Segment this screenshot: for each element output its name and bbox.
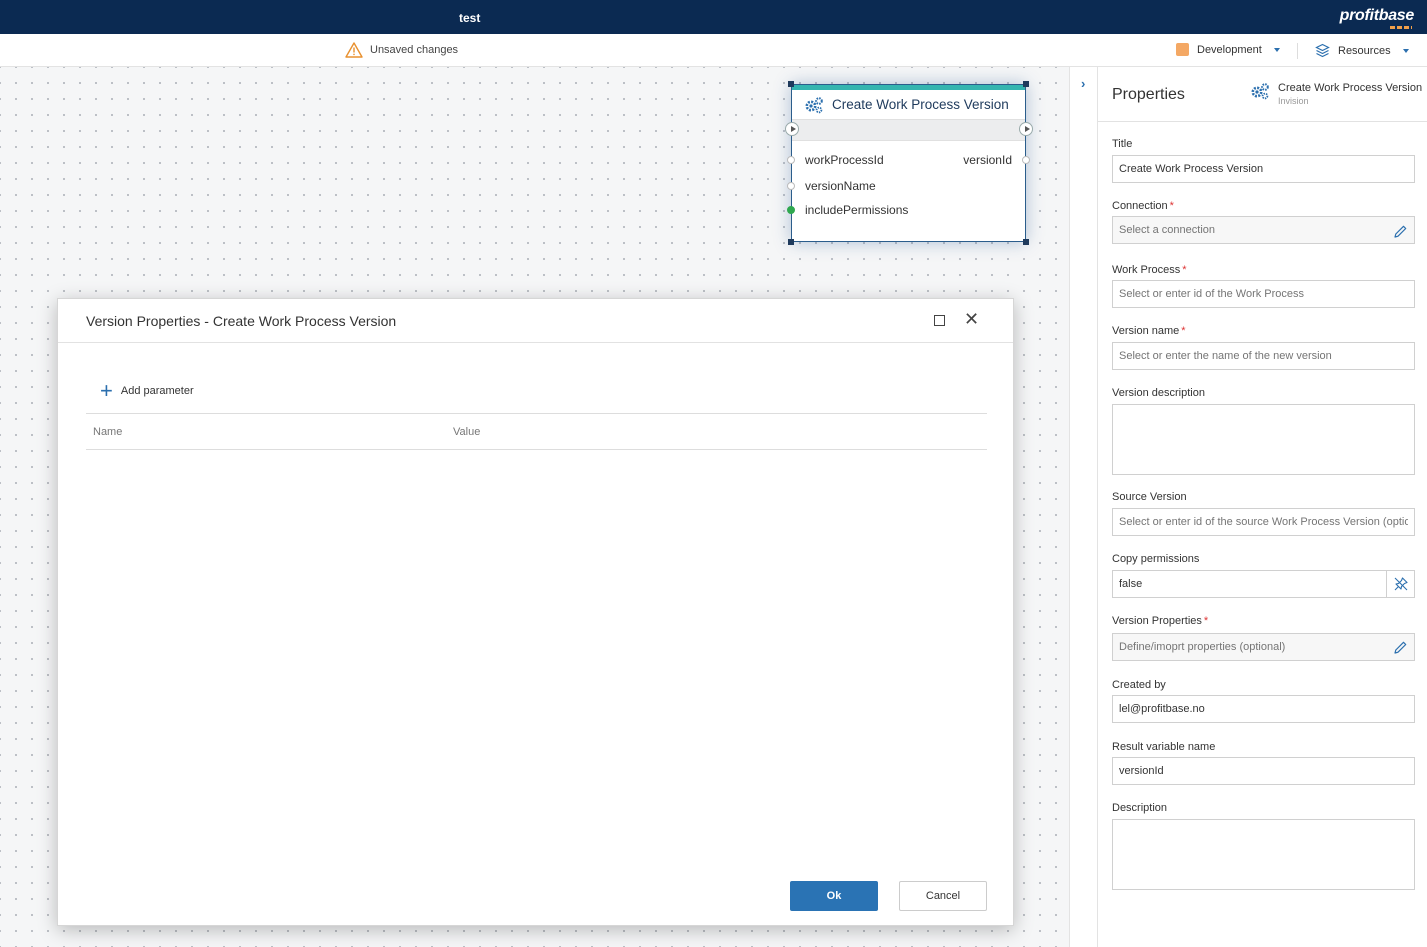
column-header-name: Name (93, 426, 123, 438)
resources-menu[interactable]: Resources (1315, 43, 1409, 58)
created-by-field[interactable] (1112, 695, 1415, 723)
pencil-icon[interactable] (1392, 224, 1408, 240)
work-process-field[interactable] (1112, 280, 1415, 308)
flow-node[interactable]: Create Work Process Version workProcessI… (785, 81, 1033, 245)
window-title: test (459, 11, 481, 25)
version-name-label: Version name * (1112, 325, 1186, 337)
title-label: Title (1112, 138, 1133, 150)
description-label: Description (1112, 802, 1168, 814)
chevron-down-icon (1402, 48, 1409, 53)
pencil-icon[interactable] (1392, 640, 1408, 656)
connection-label: Connection * (1112, 200, 1174, 212)
result-variable-field[interactable] (1112, 757, 1415, 785)
flow-in-port[interactable] (785, 122, 799, 136)
input-port-versionname[interactable] (787, 182, 795, 190)
column-header-value: Value (453, 426, 481, 438)
dialog-title: Version Properties - Create Work Process… (86, 313, 397, 329)
description-field[interactable] (1112, 819, 1415, 890)
ok-button[interactable]: Ok (790, 881, 878, 911)
input-port-includepermissions[interactable] (787, 206, 795, 214)
panel-toggle-strip: › (1069, 67, 1098, 947)
version-properties-label: Version Properties * (1112, 615, 1209, 627)
version-properties-dialog: Version Properties - Create Work Process… (57, 298, 1014, 926)
toolbar: Unsaved changes Development Resources (0, 34, 1427, 67)
environment-selector[interactable]: Development (1176, 43, 1280, 56)
environment-swatch-icon (1176, 43, 1189, 56)
add-parameter-button[interactable]: + Add parameter (100, 378, 194, 403)
resize-handle[interactable] (788, 81, 794, 87)
properties-title: Properties (1112, 86, 1185, 103)
app-header: test profitbase (0, 0, 1427, 34)
dialog-header: Version Properties - Create Work Process… (58, 299, 1013, 343)
plus-icon: + (100, 378, 113, 403)
node-input-label: versionName (805, 179, 876, 193)
properties-panel: Properties Create Work Process Version I… (1098, 67, 1427, 947)
node-title: Create Work Process Version (832, 97, 1009, 112)
node-flow-bar (792, 119, 1025, 141)
version-properties-field[interactable] (1112, 633, 1415, 661)
divider (1297, 43, 1298, 59)
close-icon[interactable]: ✕ (964, 309, 979, 329)
node-input-label: workProcessId (805, 153, 884, 167)
gears-icon (805, 96, 823, 113)
resources-label: Resources (1338, 44, 1391, 57)
maximize-icon[interactable] (934, 315, 945, 326)
unsaved-indicator: Unsaved changes (345, 42, 458, 58)
input-port-workprocessid[interactable] (787, 156, 795, 164)
source-version-label: Source Version (1112, 491, 1187, 503)
copy-permissions-label: Copy permissions (1112, 553, 1200, 565)
chevron-right-icon[interactable]: › (1081, 76, 1085, 91)
title-field[interactable] (1112, 155, 1415, 183)
profitbase-logo: profitbase (1340, 7, 1414, 29)
version-name-field[interactable] (1112, 342, 1415, 370)
warning-icon (345, 42, 363, 58)
output-port-versionid[interactable] (1022, 156, 1030, 164)
flow-out-port[interactable] (1019, 122, 1033, 136)
add-parameter-label: Add parameter (120, 385, 194, 397)
selected-node-info: Create Work Process Version Invision (1250, 82, 1422, 106)
chevron-down-icon (1273, 47, 1280, 52)
selected-node-source: Invision (1278, 96, 1309, 106)
result-variable-label: Result variable name (1112, 741, 1216, 753)
resize-handle[interactable] (1023, 81, 1029, 87)
properties-header: Properties Create Work Process Version I… (1098, 67, 1427, 122)
created-by-label: Created by (1112, 679, 1166, 691)
version-description-field[interactable] (1112, 404, 1415, 475)
parameters-table-header: Name Value (86, 413, 987, 450)
version-description-label: Version description (1112, 387, 1205, 399)
node-output-label: versionId (963, 153, 1012, 167)
node-header: Create Work Process Version (792, 90, 1025, 119)
environment-label: Development (1197, 43, 1262, 56)
unpin-button[interactable] (1386, 570, 1415, 598)
node-input-label: includePermissions (805, 203, 909, 217)
unsaved-text: Unsaved changes (370, 44, 459, 56)
connection-field[interactable] (1112, 216, 1415, 244)
cancel-button[interactable]: Cancel (899, 881, 987, 911)
layers-icon (1315, 43, 1330, 58)
unpin-icon (1394, 577, 1408, 591)
resize-handle[interactable] (1023, 239, 1029, 245)
source-version-field[interactable] (1112, 508, 1415, 536)
gears-icon (1251, 83, 1269, 100)
selected-node-name: Create Work Process Version (1278, 82, 1423, 94)
work-process-label: Work Process * (1112, 264, 1187, 276)
copy-permissions-field[interactable] (1112, 570, 1415, 598)
resize-handle[interactable] (788, 239, 794, 245)
